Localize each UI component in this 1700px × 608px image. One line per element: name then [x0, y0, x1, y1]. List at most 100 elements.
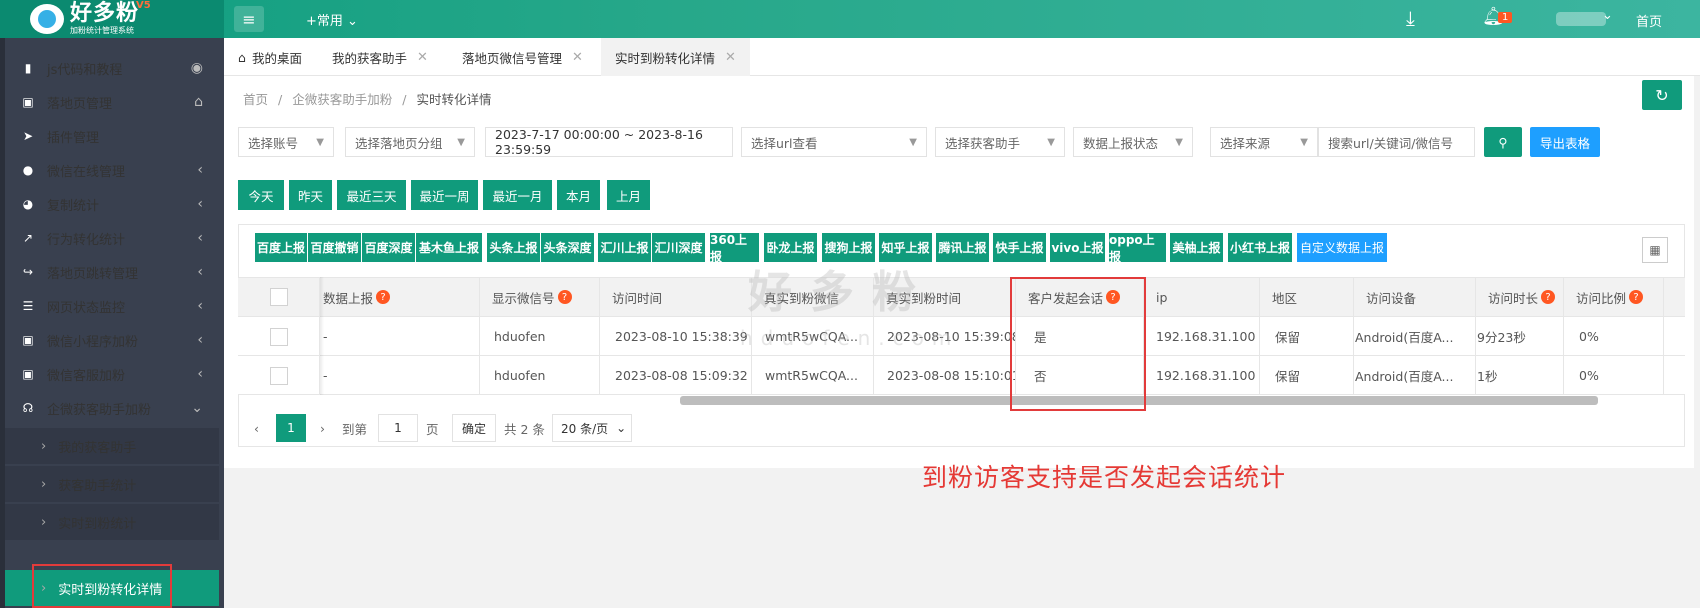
chevron-down-icon[interactable]: ⌄	[1602, 8, 1613, 23]
highlight-box-sidebar	[32, 564, 172, 608]
select-all-checkbox[interactable]	[269, 288, 288, 306]
sidebar-item-monitor[interactable]: ☰ 网页状态监控 ‹	[5, 288, 219, 324]
columns-filter-icon[interactable]: ▦	[1642, 237, 1668, 263]
page-1-button[interactable]: 1	[276, 414, 306, 442]
sidebar-item-wechat-online[interactable]: ● 微信在线管理 ‹	[5, 152, 219, 188]
cell-fan-time: 2023-08-08 15:10:01	[874, 356, 1016, 395]
report-tencent-button[interactable]: 腾讯上报	[936, 233, 989, 262]
col-device: 访问设备	[1354, 277, 1476, 317]
col-region: 地区	[1260, 277, 1354, 317]
logo[interactable]: 好多粉 加粉统计管理系统 V5	[0, 0, 224, 38]
menu-toggle-icon[interactable]: ≡	[234, 6, 264, 32]
report-kuaishou-button[interactable]: 快手上报	[993, 233, 1046, 262]
top-header: 好多粉 加粉统计管理系统 V5 ≡ +常用 ⌄ ⤓ 🔔︎ 1 ⌄ 首页	[0, 0, 1700, 38]
user-avatar[interactable]	[1556, 12, 1606, 26]
report-custom-button[interactable]: 自定义数据上报	[1297, 233, 1387, 262]
report-status-select[interactable]: 数据上报状态 ▼	[1073, 127, 1193, 157]
tab-landing-wechat[interactable]: 落地页微信号管理 ✕	[448, 38, 597, 76]
assistant-select[interactable]: 选择获客助手 ▼	[935, 127, 1065, 157]
goto-page-input[interactable]: 1	[378, 414, 418, 442]
caret-down-icon: ▼	[316, 136, 324, 148]
sidebar-subitem-assistant-stats[interactable]: › 获客助手统计	[5, 466, 219, 502]
sidebar-item-behavior[interactable]: ↗ 行为转化统计 ‹	[5, 220, 219, 256]
report-meiyou-button[interactable]: 美柚上报	[1170, 233, 1223, 262]
sidebar-item-js[interactable]: ▮ js代码和教程 ◉	[5, 50, 219, 86]
common-menu[interactable]: +常用 ⌄	[306, 10, 358, 29]
url-select[interactable]: 选择url查看 ▼	[741, 127, 927, 157]
quick-3days-button[interactable]: 最近三天	[337, 180, 406, 210]
group-select[interactable]: 选择落地页分组 ▼	[345, 127, 475, 157]
send-icon: ➤	[22, 129, 34, 143]
report-vivo-button[interactable]: vivo上报	[1050, 233, 1105, 262]
home-icon: ⌂	[238, 49, 246, 65]
chevron-down-icon: ⌄	[191, 400, 203, 416]
close-icon[interactable]: ✕	[417, 50, 428, 65]
search-input[interactable]: 搜索url/关键词/微信号	[1318, 127, 1475, 157]
sidebar-item-miniprogram[interactable]: ▣ 微信小程序加粉 ‹	[5, 322, 219, 358]
logo-title: 好多粉	[70, 1, 140, 26]
sidebar-item-wecom[interactable]: ☊ 企微获客助手加粉 ⌄	[5, 390, 219, 426]
quick-yesterday-button[interactable]: 昨天	[289, 180, 332, 210]
report-baidu-button[interactable]: 百度上报	[255, 233, 307, 262]
pie-icon: ◕	[22, 197, 34, 211]
sidebar-subitem-my-assistant[interactable]: › 我的获客助手	[5, 428, 219, 464]
next-page-icon[interactable]: ›	[320, 414, 325, 442]
chevron-left-icon: ‹	[197, 366, 203, 382]
date-range-input[interactable]: 2023-7-17 00:00:00 ~ 2023-8-16 23:59:59	[485, 127, 733, 157]
goto-confirm-button[interactable]: 确定	[452, 414, 496, 442]
refresh-button[interactable]: ↻	[1642, 80, 1682, 110]
breadcrumb-wecom[interactable]: 企微获客助手加粉	[292, 92, 392, 107]
source-select[interactable]: 选择来源 ▼	[1210, 127, 1318, 157]
quick-today-button[interactable]: 今天	[238, 180, 284, 210]
prev-page-icon[interactable]: ‹	[254, 414, 259, 442]
logo-icon	[30, 4, 64, 34]
report-baidu-depth-button[interactable]: 百度深度	[362, 233, 415, 262]
chevron-right-icon: ›	[41, 476, 47, 492]
tab-realtime-detail[interactable]: 实时到粉转化详情 ✕	[601, 38, 750, 76]
sidebar-item-service[interactable]: ▣ 微信客服加粉 ‹	[5, 356, 219, 392]
goto-label: 到第	[342, 421, 368, 437]
sidebar-item-plugins[interactable]: ➤ 插件管理	[5, 118, 219, 154]
cell-duration: 1秒	[1476, 356, 1564, 395]
row-checkbox[interactable]	[269, 366, 288, 385]
quick-month-button[interactable]: 最近一月	[483, 180, 552, 210]
chevron-right-icon: ›	[41, 438, 47, 454]
report-toutiao-button[interactable]: 头条上报	[487, 233, 540, 262]
breadcrumb-current: 实时转化详情	[416, 92, 492, 107]
report-huichuan-button[interactable]: 汇川上报	[598, 233, 651, 262]
tab-desktop[interactable]: ⌂ 我的桌面	[224, 38, 316, 76]
report-oppo-button[interactable]: oppo上报	[1109, 233, 1166, 264]
sidebar-subitem-realtime-stats[interactable]: › 实时到粉统计	[5, 504, 219, 540]
chevron-left-icon: ‹	[197, 264, 203, 280]
download-icon[interactable]: ⤓	[1406, 6, 1415, 30]
row-checkbox[interactable]	[269, 327, 288, 346]
sidebar-item-redirect[interactable]: ↪ 落地页跳转管理 ‹	[5, 254, 219, 290]
bell-icon[interactable]: 🔔︎ 1	[1482, 6, 1513, 27]
report-huichuan-depth-button[interactable]: 汇川深度	[652, 233, 705, 262]
tab-my-assistant[interactable]: 我的获客助手 ✕	[318, 38, 442, 76]
quick-this-month-button[interactable]: 本月	[557, 180, 600, 210]
breadcrumb-home[interactable]: 首页	[243, 92, 268, 107]
sidebar-item-landing[interactable]: ▣ 落地页管理 ⌂	[5, 84, 219, 120]
refresh-icon: ↻	[1655, 85, 1669, 105]
close-icon[interactable]: ✕	[725, 50, 736, 65]
quick-last-month-button[interactable]: 上月	[607, 180, 650, 210]
miniprogram-icon: ▣	[22, 333, 34, 347]
cell-device: Android(百度A...	[1354, 317, 1476, 356]
report-xiaohongshu-button[interactable]: 小红书上报	[1228, 233, 1292, 262]
close-icon[interactable]: ✕	[572, 50, 583, 65]
home-link[interactable]: 首页	[1636, 11, 1662, 30]
page-size-select[interactable]: 20 条/页 ⌄	[552, 414, 632, 442]
account-select[interactable]: 选择账号 ▼	[238, 127, 334, 157]
quick-week-button[interactable]: 最近一周	[411, 180, 478, 210]
sidebar-item-copy-stats[interactable]: ◕ 复制统计 ‹	[5, 186, 219, 222]
report-jimuyu-button[interactable]: 基木鱼上报	[416, 233, 482, 262]
search-button[interactable]: ⚲	[1484, 127, 1522, 157]
chevron-left-icon: ‹	[197, 162, 203, 178]
chevron-right-icon: ›	[41, 514, 47, 530]
bookmark-icon: ▮	[24, 61, 32, 75]
export-button[interactable]: 导出表格	[1530, 127, 1600, 157]
chevron-left-icon: ‹	[197, 230, 203, 246]
report-baidu-revoke-button[interactable]: 百度撤销	[308, 233, 361, 262]
report-toutiao-depth-button[interactable]: 头条深度	[541, 233, 594, 262]
